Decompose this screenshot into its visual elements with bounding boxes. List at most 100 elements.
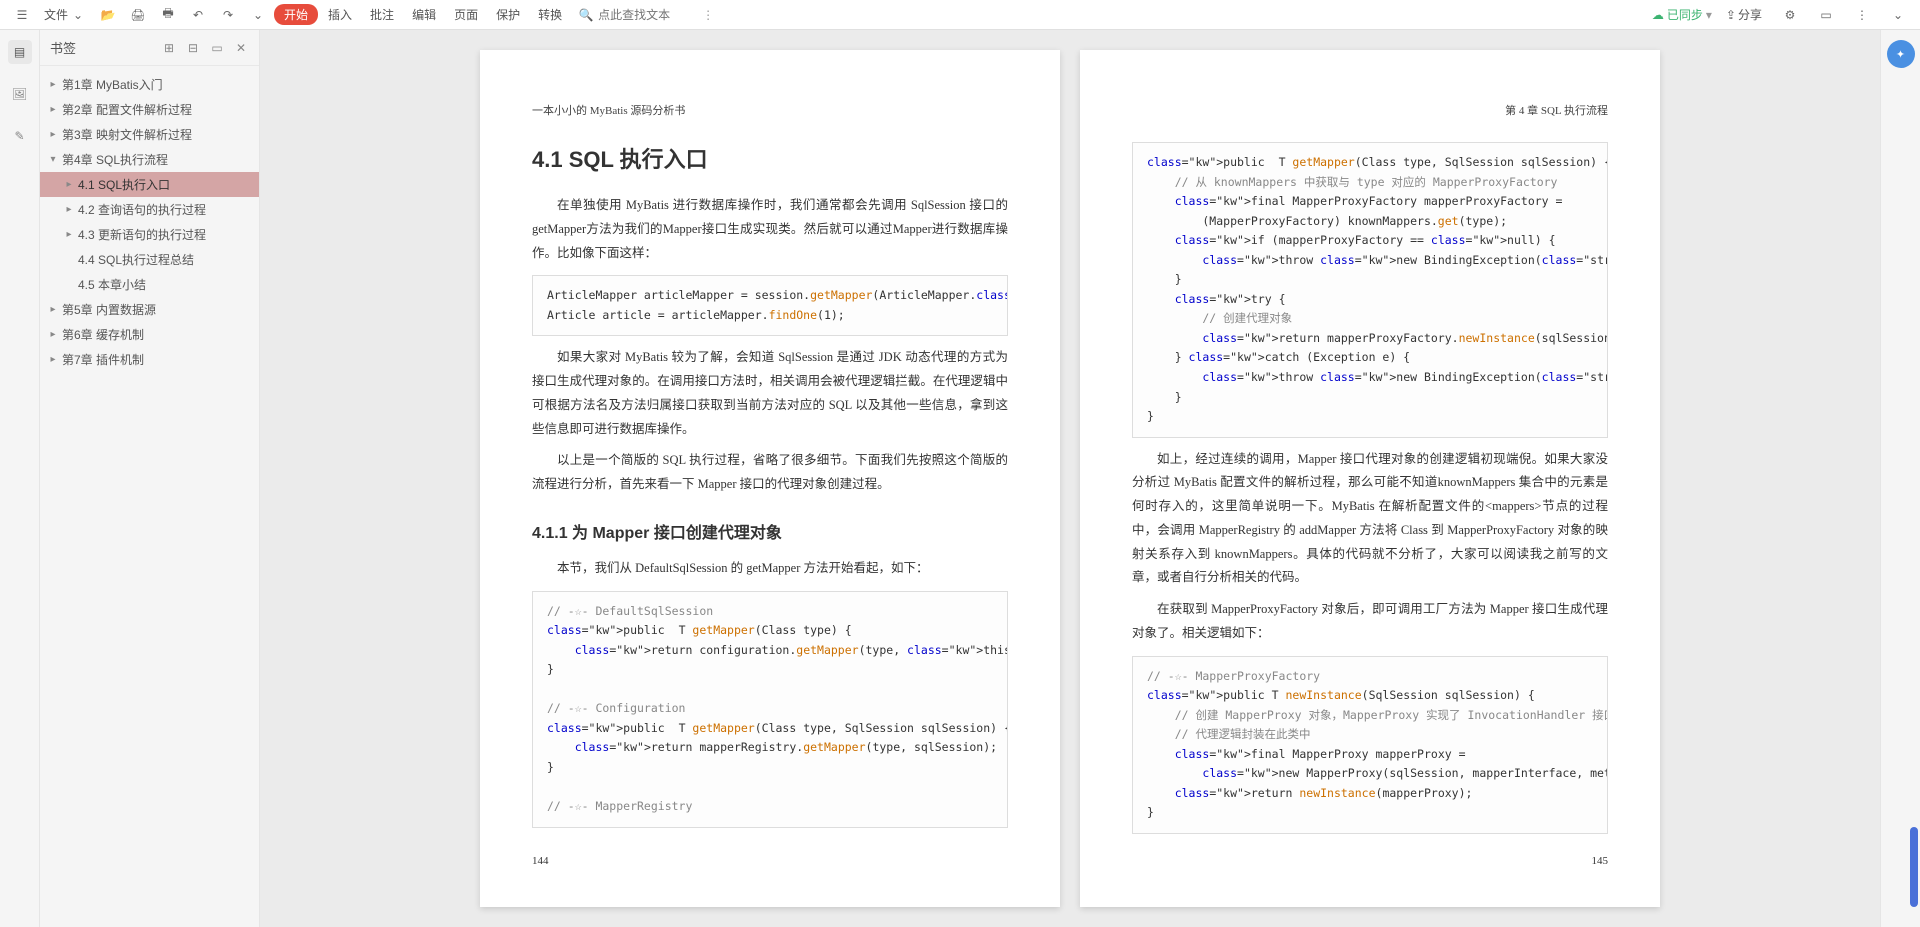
rail-thumbnails[interactable]: 🖼 (8, 82, 32, 106)
settings-button[interactable]: ⚙ (1776, 3, 1804, 27)
page-number: 144 (532, 855, 549, 867)
bookmark-item[interactable]: ▸ 第7章 插件机制 (40, 347, 259, 372)
bookmark-item[interactable]: ▸ 第5章 内置数据源 (40, 297, 259, 322)
bookmark-label: 第3章 映射文件解析过程 (62, 126, 192, 143)
search-icon: 🔍 (578, 7, 594, 23)
page-right: 第 4 章 SQL 执行流程 class="kw">public T getMa… (1080, 50, 1660, 907)
overflow-button[interactable]: ⋮ (1848, 3, 1876, 27)
window-button[interactable]: ▭ (1812, 3, 1840, 27)
bookmark-label: 第7章 插件机制 (62, 351, 144, 368)
bookmark-item[interactable]: ▸ 第1章 MyBatis入门 (40, 72, 259, 97)
bookmark-item[interactable]: ▸第6章 缓存机制 (40, 322, 259, 347)
bookmark-label: 第6章 缓存机制 (62, 326, 144, 343)
bookmark-item[interactable]: ▸ 第3章 映射文件解析过程 (40, 122, 259, 147)
menu-edit[interactable]: 编辑 (404, 2, 444, 27)
redo-button[interactable]: ↷ (214, 3, 242, 27)
bookmark-item[interactable]: 4.4 SQL执行过程总结 (40, 247, 259, 272)
document-view[interactable]: 一本小小的 MyBatis 源码分析书 4.1 SQL 执行入口 在单独使用 M… (260, 30, 1880, 927)
chevron-down-icon: ⌄ (250, 7, 266, 23)
search-input[interactable] (598, 8, 698, 22)
close-panel-icon[interactable]: ✕ (233, 40, 249, 56)
chevron-icon: ▸ (48, 129, 58, 140)
print-icon: 🖶 (160, 7, 176, 23)
toolbar: ☰ 文件⌄ 📂 🖨 🖶 ↶ ↷ ⌄ 开始 插入 批注 编辑 页面 保护 转换 🔍… (0, 0, 1920, 30)
bookmark-item[interactable]: ▸ 4.1 SQL执行入口 (40, 172, 259, 197)
chevron-icon: ▸ (48, 104, 58, 115)
chevron-icon: ▸ (64, 229, 74, 240)
bookmark-item[interactable]: ▸4.2 查询语句的执行过程 (40, 197, 259, 222)
menu-protect[interactable]: 保护 (488, 2, 528, 27)
file-label: 文件 (44, 6, 68, 23)
save-icon: 🖨 (130, 7, 146, 23)
scrollbar-thumb[interactable] (1910, 827, 1918, 907)
paragraph: 如上，经过连续的调用，Mapper 接口代理对象的创建逻辑初现端倪。如果大家没分… (1132, 448, 1608, 591)
bookmark-label: 第1章 MyBatis入门 (62, 76, 163, 93)
menu-insert[interactable]: 插入 (320, 2, 360, 27)
left-rail: ▤ 🖼 ✎ (0, 30, 40, 927)
heading-1: 4.1 SQL 执行入口 (532, 142, 1008, 174)
chevron-icon: ▸ (48, 304, 58, 315)
open-button[interactable]: 📂 (94, 3, 122, 27)
menu-convert[interactable]: 转换 (530, 2, 570, 27)
attachment-icon: ✎ (14, 129, 24, 143)
bookmark-item[interactable]: ▾第4章 SQL执行流程 (40, 147, 259, 172)
collapse-all-icon[interactable]: ⊟ (185, 40, 201, 56)
bookmark-title: 书签 (50, 38, 76, 57)
expand-all-icon[interactable]: ⊞ (161, 40, 177, 56)
more-icon: ⋮ (1854, 7, 1870, 23)
bookmark-item[interactable]: ▸4.3 更新语句的执行过程 (40, 222, 259, 247)
more-button[interactable]: ⌄ (244, 3, 272, 27)
hamburger-icon: ☰ (14, 7, 30, 23)
chevron-icon: ▸ (64, 204, 74, 215)
rail-bookmarks[interactable]: ▤ (8, 40, 32, 64)
chevron-icon: ▸ (48, 354, 58, 365)
search-more-icon[interactable]: ⋮ (702, 8, 714, 22)
gear-icon: ⚙ (1782, 7, 1798, 23)
bookmark-tree[interactable]: ▸ 第1章 MyBatis入门 ▸ 第2章 配置文件解析过程 ▸ 第3章 映射文件解析过程… (40, 66, 259, 927)
page-left: 一本小小的 MyBatis 源码分析书 4.1 SQL 执行入口 在单独使用 M… (480, 50, 1060, 907)
share-icon: ⇪ (1726, 8, 1736, 22)
bookmark-item[interactable]: 4.5 本章小结 (40, 272, 259, 297)
code-block: // -☆- DefaultSqlSession class="kw">publ… (532, 591, 1008, 828)
code-block: // -☆- MapperProxyFactory class="kw">pub… (1132, 656, 1608, 834)
bookmark-label: 第2章 配置文件解析过程 (62, 101, 192, 118)
menu-toggle[interactable]: ☰ (8, 3, 36, 27)
outline-icon[interactable]: ▭ (209, 40, 225, 56)
collapse-button[interactable]: ⌄ (1884, 3, 1912, 27)
print-button[interactable]: 🖶 (154, 3, 182, 27)
sync-status[interactable]: ☁已同步▾ (1652, 6, 1712, 23)
paragraph: 在获取到 MapperProxyFactory 对象后，即可调用工厂方法为 Ma… (1132, 598, 1608, 646)
chevron-icon: ▸ (64, 179, 74, 190)
search-box[interactable]: 🔍 ⋮ (572, 5, 720, 25)
bookmark-label: 4.5 本章小结 (78, 276, 146, 293)
page-header: 第 4 章 SQL 执行流程 (1132, 102, 1608, 118)
window-icon: ▭ (1818, 7, 1834, 23)
bookmark-icon: ▤ (14, 45, 25, 59)
file-menu[interactable]: 文件⌄ (38, 2, 92, 27)
image-icon: 🖼 (12, 87, 27, 101)
menu-comment[interactable]: 批注 (362, 2, 402, 27)
chevron-icon: ▸ (48, 79, 58, 90)
paragraph: 本节，我们从 DefaultSqlSession 的 getMapper 方法开… (532, 557, 1008, 581)
page-number: 145 (1592, 855, 1609, 867)
scrollbar[interactable] (1910, 30, 1918, 927)
save-button[interactable]: 🖨 (124, 3, 152, 27)
paragraph: 在单独使用 MyBatis 进行数据库操作时，我们通常都会先调用 SqlSess… (532, 194, 1008, 265)
share-button[interactable]: ⇪分享 (1720, 2, 1768, 27)
chevron-down-icon: ⌄ (1890, 7, 1906, 23)
bookmark-label: 4.4 SQL执行过程总结 (78, 251, 194, 268)
paragraph: 以上是一个简版的 SQL 执行过程，省略了很多细节。下面我们先按照这个简版的流程… (532, 449, 1008, 497)
assistant-icon: ✦ (1896, 48, 1905, 61)
undo-button[interactable]: ↶ (184, 3, 212, 27)
heading-2: 4.1.1 为 Mapper 接口创建代理对象 (532, 519, 1008, 543)
rail-attachments[interactable]: ✎ (8, 124, 32, 148)
undo-icon: ↶ (190, 7, 206, 23)
bookmark-label: 4.1 SQL执行入口 (78, 176, 170, 193)
code-block: class="kw">public T getMapper(Class type… (1132, 142, 1608, 438)
start-tab[interactable]: 开始 (274, 4, 318, 25)
bookmark-label: 第5章 内置数据源 (62, 301, 156, 318)
menu-page[interactable]: 页面 (446, 2, 486, 27)
redo-icon: ↷ (220, 7, 236, 23)
chevron-down-icon: ⌄ (70, 7, 86, 23)
bookmark-item[interactable]: ▸ 第2章 配置文件解析过程 (40, 97, 259, 122)
